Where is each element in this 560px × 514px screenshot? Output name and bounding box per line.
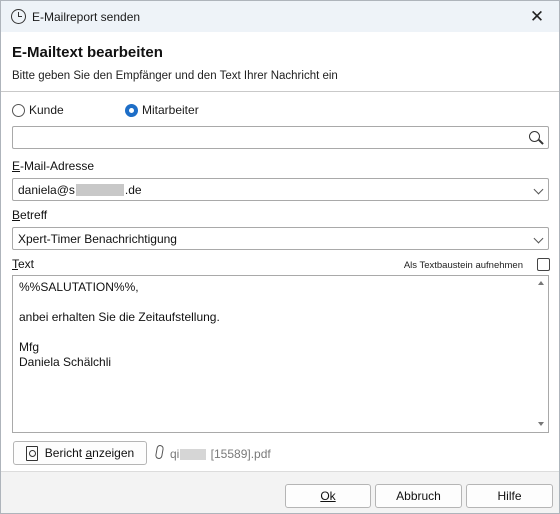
scroll-up-icon[interactable]	[538, 281, 544, 285]
help-button[interactable]: Hilfe	[466, 484, 553, 508]
cancel-button[interactable]: Abbruch	[375, 484, 462, 508]
email-label-text: -Mail-Adresse	[20, 159, 95, 173]
page-title: E-Mailtext bearbeiten	[12, 44, 163, 61]
message-line: Mfg	[19, 340, 40, 354]
text-label: Text	[12, 257, 34, 271]
chevron-down-icon[interactable]	[533, 233, 544, 244]
show-report-button[interactable]: Bericht anzeigen	[13, 441, 147, 465]
show-report-label: Bericht anzeigen	[45, 446, 134, 460]
radio-kunde-label: Kunde	[29, 103, 64, 117]
page-subtitle: Bitte geben Sie den Empfänger und den Te…	[12, 70, 338, 82]
paperclip-icon	[154, 444, 165, 460]
textarea-scrollbar[interactable]	[534, 276, 548, 432]
email-label: E-Mail-Adresse	[12, 159, 94, 173]
report-preview-icon	[25, 446, 39, 461]
subject-label-text: etreff	[20, 208, 48, 222]
radio-indicator[interactable]	[12, 103, 25, 117]
search-icon[interactable]	[528, 130, 544, 146]
subject-value: Xpert-Timer Benachrichtigung	[18, 232, 177, 246]
header: E-Mailtext bearbeiten Bitte geben Sie de…	[1, 32, 559, 92]
textbaustein-label: Als Textbaustein aufnehmen	[403, 260, 523, 271]
help-label: Hilfe	[497, 489, 522, 503]
window-title: E-Mailreport senden	[32, 10, 141, 24]
clock-icon	[11, 9, 26, 24]
subject-label: Betreff	[12, 208, 47, 222]
message-line: Daniela Schälchli	[19, 355, 112, 369]
message-line: %%SALUTATION%%,	[19, 280, 139, 294]
attachment-filename[interactable]: qi [15589].pdf	[170, 447, 271, 461]
radio-kunde[interactable]: Kunde	[12, 103, 64, 117]
text-label-text: ext	[18, 257, 35, 271]
header-divider	[1, 91, 559, 92]
email-value-suffix: .de	[124, 183, 142, 197]
title-bar: E-Mailreport senden ✕	[1, 1, 559, 32]
subject-dropdown[interactable]: Xpert-Timer Benachrichtigung	[12, 227, 549, 250]
show-report-label-pre: Bericht	[44, 446, 86, 460]
redaction-block	[180, 449, 207, 460]
radio-mitarbeiter[interactable]: Mitarbeiter	[125, 103, 199, 117]
email-label-accesskey: E	[12, 159, 21, 173]
message-line: anbei erhalten Sie die Zeitaufstellung.	[19, 310, 220, 324]
redaction-block	[75, 184, 124, 196]
message-textarea[interactable]: %%SALUTATION%%, anbei erhalten Sie die Z…	[12, 275, 549, 433]
email-value-prefix: daniela@s	[18, 183, 75, 197]
cancel-label: Abbruch	[396, 489, 441, 503]
subject-label-accesskey: B	[12, 208, 21, 222]
email-value: daniela@s .de	[18, 183, 142, 197]
ok-button[interactable]: Ok	[285, 484, 371, 508]
ok-label: Ok	[320, 489, 336, 503]
dialog-window: E-Mailreport senden ✕ E-Mailtext bearbei…	[0, 0, 560, 514]
attachment-suffix: [15589].pdf	[207, 447, 271, 461]
search-input[interactable]	[12, 126, 549, 149]
textbaustein-checkbox[interactable]	[537, 258, 550, 271]
chevron-down-icon[interactable]	[533, 184, 544, 195]
radio-indicator[interactable]	[125, 103, 138, 117]
email-dropdown[interactable]: daniela@s .de	[12, 178, 549, 201]
close-icon[interactable]: ✕	[523, 4, 551, 29]
scroll-down-icon[interactable]	[538, 422, 544, 426]
show-report-label-post: nzeigen	[92, 446, 135, 460]
radio-mitarbeiter-label: Mitarbeiter	[142, 103, 199, 117]
attachment-prefix: qi	[170, 447, 180, 461]
